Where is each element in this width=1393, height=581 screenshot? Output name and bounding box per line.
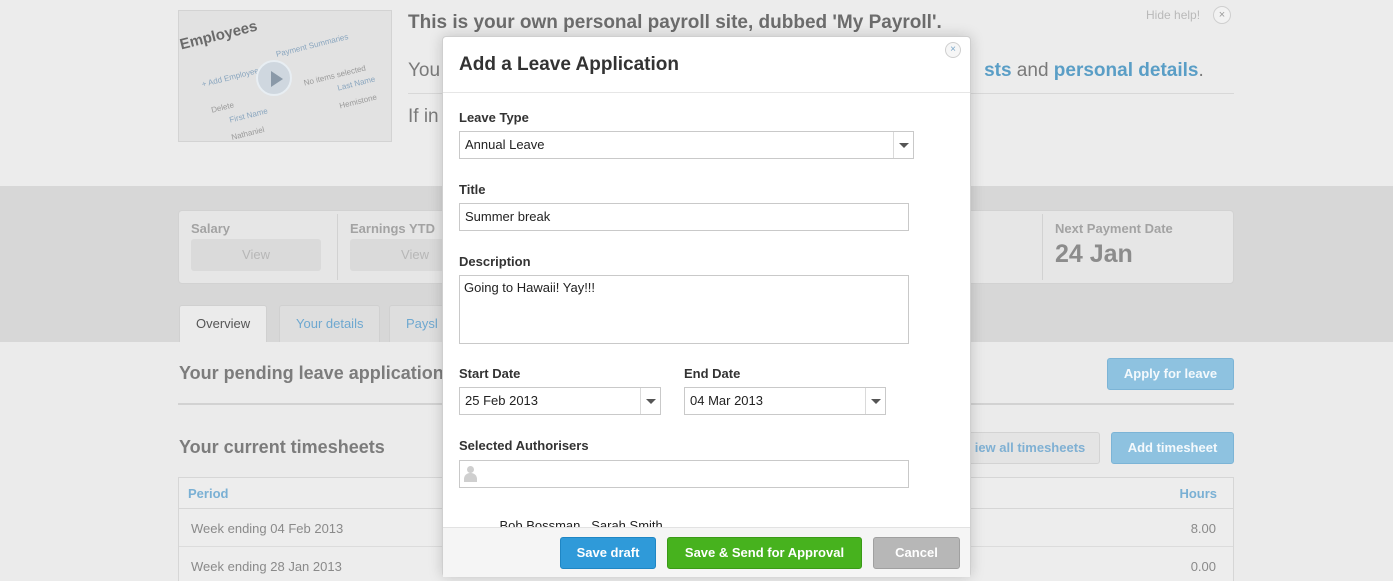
summary-divider xyxy=(337,214,338,280)
start-date-picker[interactable]: 25 Feb 2013 xyxy=(459,387,661,415)
title-label: Title xyxy=(459,182,486,197)
dialog-title: Add a Leave Application xyxy=(459,54,679,75)
video-label: Hemistone xyxy=(338,92,378,111)
authorisers-label: Selected Authorisers xyxy=(459,438,589,453)
row-hours: 8.00 xyxy=(1190,521,1216,536)
help-text-line: If in xyxy=(408,106,439,127)
apply-for-leave-button[interactable]: Apply for leave xyxy=(1107,358,1234,390)
timesheets-title: Your current timesheets xyxy=(179,437,385,457)
personal-details-link[interactable]: personal details xyxy=(1054,60,1199,81)
hide-help-link[interactable]: Hide help! xyxy=(1146,8,1200,22)
summary-divider xyxy=(1042,214,1043,280)
chevron-down-icon[interactable] xyxy=(640,388,660,414)
salary-label: Salary xyxy=(191,221,231,236)
save-and-send-button[interactable]: Save & Send for Approval xyxy=(667,537,862,569)
play-icon[interactable] xyxy=(256,60,292,96)
next-payment-date: 24 Jan xyxy=(1055,240,1133,268)
end-date-label: End Date xyxy=(684,366,741,381)
view-all-timesheets-button[interactable]: iew all timesheets xyxy=(960,432,1100,464)
start-date-value: 25 Feb 2013 xyxy=(465,393,539,408)
video-label: Nathaniel xyxy=(230,125,266,142)
earnings-ytd-label: Earnings YTD xyxy=(350,221,436,236)
leave-type-value: Annual Leave xyxy=(465,137,545,152)
end-date-picker[interactable]: 04 Mar 2013 xyxy=(684,387,886,415)
close-icon[interactable]: × xyxy=(1213,6,1231,24)
help-title: This is your own personal payroll site, … xyxy=(408,12,942,33)
video-label: Delete xyxy=(210,100,235,115)
pending-leave-title: Your pending leave application xyxy=(179,363,444,383)
end-date-value: 04 Mar 2013 xyxy=(690,393,763,408)
description-label: Description xyxy=(459,254,531,269)
row-hours: 0.00 xyxy=(1190,559,1216,574)
video-label: + Add Employee xyxy=(200,66,260,89)
description-textarea[interactable]: Going to Hawaii! Yay!!! xyxy=(459,275,909,344)
close-icon[interactable]: × xyxy=(945,42,961,58)
leave-type-select[interactable]: Annual Leave xyxy=(459,131,914,159)
row-period: Week ending 04 Feb 2013 xyxy=(191,521,344,536)
video-title: Employees xyxy=(178,17,260,54)
help-link[interactable]: sts xyxy=(984,60,1011,81)
save-draft-button[interactable]: Save draft xyxy=(560,537,656,569)
salary-view-button[interactable]: View xyxy=(191,239,321,271)
chevron-down-icon[interactable] xyxy=(865,388,885,414)
start-date-label: Start Date xyxy=(459,366,521,381)
dialog-divider xyxy=(443,92,970,93)
leave-type-label: Leave Type xyxy=(459,110,529,125)
video-label: Payment Summaries xyxy=(275,32,350,59)
tab-your-details[interactable]: Your details xyxy=(279,305,381,342)
tab-overview[interactable]: Overview xyxy=(179,305,268,342)
cancel-button[interactable]: Cancel xyxy=(873,537,960,569)
next-payment-label: Next Payment Date xyxy=(1055,221,1173,236)
title-input[interactable]: Summer break xyxy=(459,203,909,231)
authorisers-input[interactable]: Bob Bossman Sarah Smith xyxy=(459,460,909,533)
add-leave-application-dialog: × Add a Leave Application Leave Type Ann… xyxy=(442,36,971,577)
row-period: Week ending 28 Jan 2013 xyxy=(191,559,342,574)
column-header-period[interactable]: Period xyxy=(188,486,228,501)
user-icon xyxy=(464,466,477,482)
add-timesheet-button[interactable]: Add timesheet xyxy=(1111,432,1234,464)
chevron-down-icon[interactable] xyxy=(893,132,913,158)
column-header-hours[interactable]: Hours xyxy=(1179,486,1217,501)
